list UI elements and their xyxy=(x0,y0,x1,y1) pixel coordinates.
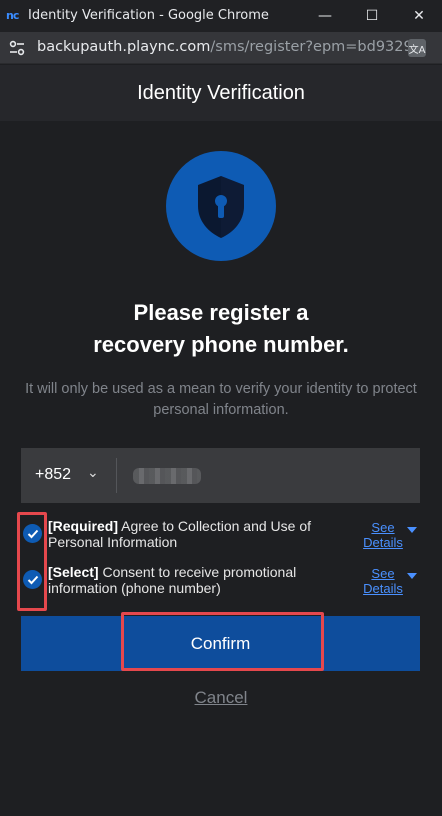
shield-keyhole-icon xyxy=(198,176,244,238)
phone-input-row: +852 ⌄ xyxy=(21,448,420,503)
url-text[interactable]: backupauth.plaync.com/sms/register?epm=b… xyxy=(37,39,427,55)
close-window-button[interactable]: ✕ xyxy=(396,0,442,32)
country-code[interactable]: +852 xyxy=(35,466,71,484)
close-icon: ✕ xyxy=(413,8,425,24)
see-details-line-1[interactable]: See xyxy=(361,566,405,581)
see-details-link[interactable]: See Details xyxy=(361,566,405,596)
ncsoft-logo-icon: nc xyxy=(6,9,19,22)
caret-down-icon[interactable] xyxy=(407,573,417,579)
tune-icon[interactable] xyxy=(8,40,26,56)
window-title: Identity Verification - Google Chrome xyxy=(28,8,269,23)
checkbox-highlight-box xyxy=(17,512,47,611)
minimize-button[interactable]: — xyxy=(302,0,348,32)
translate-icon[interactable]: 文A xyxy=(408,39,426,57)
divider xyxy=(116,458,117,493)
maximize-button[interactable]: ☐ xyxy=(349,0,395,32)
agreement-prefix: [Select] xyxy=(48,564,99,580)
see-details-line-2[interactable]: Details xyxy=(361,535,405,550)
agreement-required: [Required] Agree to Collection and Use o… xyxy=(21,518,421,558)
see-details-line-2[interactable]: Details xyxy=(361,581,405,596)
see-details-link[interactable]: See Details xyxy=(361,520,405,550)
page-title: Identity Verification xyxy=(137,81,305,104)
address-bar[interactable]: backupauth.plaync.com/sms/register?epm=b… xyxy=(0,32,442,64)
url-host: backupauth.plaync.com xyxy=(37,39,211,55)
agreement-label: [Required] Agree to Collection and Use o… xyxy=(48,518,348,550)
minimize-icon: — xyxy=(318,8,332,24)
cancel-link-row: Cancel xyxy=(0,688,442,708)
modal-header: Identity Verification xyxy=(0,65,442,121)
confirm-highlight-box xyxy=(121,612,324,671)
chevron-down-icon[interactable]: ⌄ xyxy=(87,465,99,481)
agreement-optional: [Select] Consent to receive promotional … xyxy=(21,564,421,604)
agreement-label: [Select] Consent to receive promotional … xyxy=(48,564,348,596)
redacted-phone-number xyxy=(133,468,201,484)
headline: Please register a recovery phone number. xyxy=(0,297,442,361)
cancel-link[interactable]: Cancel xyxy=(195,688,248,707)
description-text: It will only be used as a mean to verify… xyxy=(25,381,417,418)
agreement-prefix: [Required] xyxy=(48,518,118,534)
maximize-icon: ☐ xyxy=(365,8,379,24)
headline-line-2: recovery phone number. xyxy=(93,332,349,357)
see-details-line-1[interactable]: See xyxy=(361,520,405,535)
identity-verification-page: Identity Verification Please register a … xyxy=(0,65,442,816)
shield-badge xyxy=(166,151,276,261)
url-path: /sms/register?epm=bd9329... xyxy=(210,39,427,55)
headline-line-1: Please register a xyxy=(133,300,309,325)
caret-down-icon[interactable] xyxy=(407,527,417,533)
window-titlebar: nc Identity Verification - Google Chrome… xyxy=(0,0,442,32)
